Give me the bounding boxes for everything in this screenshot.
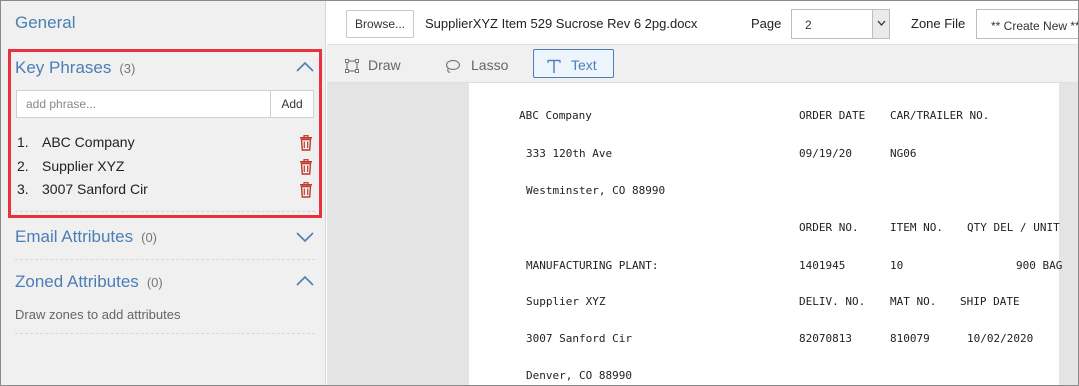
phrase-text: ABC Company — [42, 134, 135, 150]
add-phrase-input[interactable] — [16, 90, 271, 118]
doc-supplier: Supplier XYZ — [526, 295, 606, 308]
zoned-attributes-hint: Draw zones to add attributes — [15, 307, 181, 322]
item-number: 3. — [17, 181, 29, 197]
doc-mat-header: MAT NO. — [890, 295, 937, 308]
text-label: Text — [571, 57, 597, 73]
phrase-text: 3007 Sanford Cir — [42, 181, 148, 197]
doc-car-trailer: NG06 — [890, 147, 917, 160]
doc-ship-date: 10/02/2020 — [967, 332, 1034, 345]
zoned-attributes-count: (0) — [146, 275, 163, 290]
doc-order-date: 09/19/20 — [799, 147, 852, 160]
draw-rectangle-icon — [345, 59, 359, 76]
doc-city-2: Denver, CO 88990 — [526, 369, 632, 382]
doc-city-1: Westminster, CO 88990 — [526, 184, 666, 197]
doc-plant-label: MANUFACTURING PLANT: — [526, 259, 659, 272]
email-attributes-title: Email Attributes — [15, 227, 134, 246]
chevron-up-icon[interactable] — [296, 275, 314, 287]
divider — [15, 333, 315, 334]
doc-address-2: 3007 Sanford Cir — [526, 332, 632, 345]
trash-icon[interactable] — [299, 181, 313, 198]
zoned-attributes-header[interactable]: Zoned Attributes (0) — [15, 272, 163, 292]
trash-icon[interactable] — [299, 134, 313, 151]
doc-item-no-header: ITEM NO. — [890, 221, 943, 234]
list-item: 3. 3007 Sanford Cir — [17, 181, 313, 201]
divider — [15, 259, 315, 260]
doc-deliv-no: 82070813 — [799, 332, 852, 345]
list-item: 2. Supplier XYZ — [17, 158, 313, 178]
key-phrases-count: (3) — [119, 61, 136, 76]
draw-label: Draw — [368, 57, 401, 73]
doc-deliv-header: DELIV. NO. — [799, 295, 866, 308]
general-header[interactable]: General — [15, 13, 75, 33]
lasso-label: Lasso — [471, 57, 509, 73]
key-phrases-header[interactable]: Key Phrases (3) — [15, 58, 135, 78]
add-phrase-button[interactable]: Add — [270, 90, 314, 118]
trash-icon[interactable] — [299, 158, 313, 175]
doc-ship-header: SHIP DATE — [960, 295, 1020, 308]
doc-item-no: 10 — [890, 259, 904, 272]
chevron-up-icon[interactable] — [296, 61, 314, 73]
app-window: General Key Phrases (3) Add 1. ABC Compan… — [0, 0, 1079, 386]
doc-order-no: 1401945 — [799, 259, 846, 272]
email-attributes-count: (0) — [141, 230, 157, 245]
divider — [15, 211, 315, 212]
zone-file-select-value: ** Create New ** — [991, 19, 1079, 33]
doc-order-date-header: ORDER DATE — [799, 109, 866, 122]
chevron-down-icon[interactable] — [872, 10, 889, 38]
file-name: SupplierXYZ Item 529 Sucrose Rev 6 2pg.d… — [425, 16, 698, 31]
email-attributes-header[interactable]: Email Attributes (0) — [15, 227, 157, 247]
doc-company: ABC Company — [519, 109, 592, 122]
page-select[interactable]: 2 — [791, 9, 890, 39]
zone-file-label: Zone File — [911, 16, 966, 31]
page-label: Page — [751, 16, 782, 31]
item-number: 2. — [17, 158, 29, 174]
doc-order-no-header: ORDER NO. — [799, 221, 859, 234]
chevron-down-icon[interactable] — [296, 231, 314, 243]
doc-qty-header: QTY DEL / UNIT — [967, 221, 1060, 234]
item-number: 1. — [17, 134, 29, 150]
viewer-scroll-area[interactable] — [1059, 83, 1078, 385]
doc-qty: 900 BAG — [1016, 259, 1063, 272]
doc-car-trailer-header: CAR/TRAILER NO. — [890, 109, 990, 122]
page-select-value: 2 — [805, 18, 812, 32]
text-icon — [547, 59, 561, 77]
tool-row — [327, 45, 1078, 83]
lasso-icon — [444, 59, 461, 77]
list-item: 1. ABC Company — [17, 134, 313, 154]
zone-file-select[interactable]: ** Create New ** — [976, 9, 1079, 39]
doc-mat-no: 810079 — [890, 332, 930, 345]
zoned-attributes-title: Zoned Attributes — [15, 272, 139, 291]
browse-button[interactable]: Browse... — [346, 10, 414, 38]
doc-address-1: 333 120th Ave — [526, 147, 613, 160]
key-phrases-title: Key Phrases — [15, 58, 112, 77]
phrase-text: Supplier XYZ — [42, 158, 125, 174]
